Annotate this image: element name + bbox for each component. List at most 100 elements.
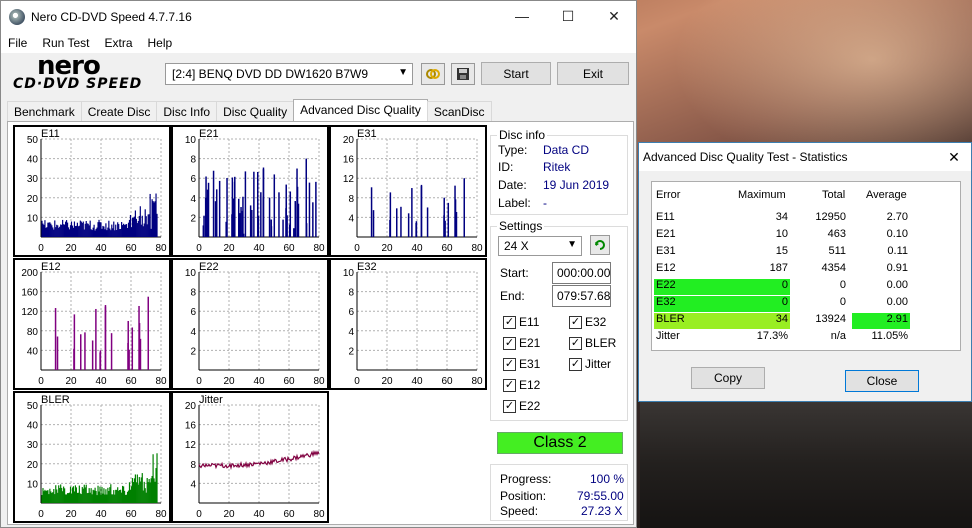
position-value: 79:55.00 bbox=[577, 489, 624, 503]
close-button[interactable]: ✕ bbox=[591, 1, 637, 31]
logo-bottom-text: CD·DVD SPEED bbox=[13, 76, 143, 92]
tab-advanced-disc-quality[interactable]: Advanced Disc Quality bbox=[293, 99, 428, 121]
dialog-close-action-button[interactable]: Close bbox=[845, 370, 919, 392]
cell-total: 12950 bbox=[815, 211, 846, 223]
start-button[interactable]: Start bbox=[481, 62, 551, 85]
cell-error: E11 bbox=[656, 211, 675, 223]
tab-disc-quality[interactable]: Disc Quality bbox=[216, 101, 295, 121]
checkbox-bler[interactable]: ✓ BLER bbox=[569, 336, 616, 350]
y-tick-label: 2 bbox=[190, 346, 196, 357]
y-tick-label: 30 bbox=[27, 440, 39, 451]
cell-maximum: 187 bbox=[769, 262, 788, 274]
check-icon: ✓ bbox=[503, 357, 516, 371]
cell-maximum: 10 bbox=[775, 228, 788, 240]
dialog-close-button[interactable]: ✕ bbox=[937, 143, 971, 171]
cell-maximum: 17.3% bbox=[756, 330, 788, 342]
speed-select[interactable]: 24 X ▼ bbox=[498, 236, 582, 256]
cell-average: 0.00 bbox=[886, 279, 908, 291]
label-value: - bbox=[543, 196, 547, 210]
checkbox-e31-label: E31 bbox=[519, 357, 541, 371]
copy-button[interactable]: Copy bbox=[691, 367, 765, 389]
x-tick-label: 40 bbox=[253, 509, 265, 520]
y-tick-label: 4 bbox=[190, 194, 196, 205]
checkbox-e12[interactable]: ✓ E12 bbox=[503, 378, 540, 392]
drive-eject-button[interactable] bbox=[421, 63, 445, 85]
x-tick-label: 0 bbox=[38, 243, 44, 254]
x-tick-label: 80 bbox=[155, 243, 167, 254]
x-tick-label: 60 bbox=[441, 243, 453, 254]
y-tick-label: 12 bbox=[343, 174, 355, 185]
x-tick-label: 0 bbox=[354, 376, 360, 387]
checkbox-e21[interactable]: ✓ E21 bbox=[503, 336, 540, 350]
check-icon: ✓ bbox=[503, 378, 516, 392]
table-row: E11 34 12950 2.70 bbox=[656, 210, 956, 226]
y-tick-label: 40 bbox=[27, 346, 39, 357]
cell-average: 2.70 bbox=[886, 211, 908, 223]
minimize-button[interactable]: — bbox=[499, 1, 545, 31]
x-tick-label: 40 bbox=[253, 376, 265, 387]
check-icon: ✓ bbox=[569, 336, 582, 350]
tab-create-disc[interactable]: Create Disc bbox=[80, 101, 158, 121]
cell-average: 0.11 bbox=[887, 245, 908, 257]
statistics-table: Error Maximum Total Average E11 34 12950 2.… bbox=[651, 181, 961, 351]
checkbox-e21-label: E21 bbox=[519, 336, 541, 350]
cell-error: BLER bbox=[656, 313, 685, 325]
checkbox-e22[interactable]: ✓ E22 bbox=[503, 399, 540, 413]
cell-average: 0.00 bbox=[886, 296, 908, 308]
cell-average: 0.91 bbox=[886, 262, 908, 274]
chevron-down-icon: ▼ bbox=[567, 239, 577, 250]
end-field[interactable]: 079:57.68 bbox=[552, 285, 611, 307]
tab-disc-info[interactable]: Disc Info bbox=[156, 101, 218, 121]
drive-select[interactable]: [2:4] BENQ DVD DD DW1620 B7W9 ▼ bbox=[165, 63, 413, 85]
y-tick-label: 10 bbox=[27, 213, 39, 224]
x-tick-label: 20 bbox=[381, 243, 393, 254]
cell-error: E32 bbox=[656, 296, 676, 308]
cell-average: 11.05% bbox=[871, 330, 909, 342]
x-tick-label: 20 bbox=[381, 376, 393, 387]
menu-extra[interactable]: Extra bbox=[97, 36, 140, 50]
chart-jitter: Jitter 20 16 12 8 4 0 20 40 60 80 bbox=[171, 391, 329, 523]
tab-scandisc[interactable]: ScanDisc bbox=[426, 101, 492, 121]
menu-run-test[interactable]: Run Test bbox=[35, 36, 97, 50]
x-tick-label: 0 bbox=[196, 509, 202, 520]
y-tick-label: 40 bbox=[27, 155, 39, 166]
y-tick-label: 12 bbox=[185, 440, 197, 451]
tab-benchmark[interactable]: Benchmark bbox=[7, 101, 82, 121]
chart-title: E32 bbox=[357, 261, 377, 273]
checkbox-e22-label: E22 bbox=[519, 399, 541, 413]
y-tick-label: 10 bbox=[27, 479, 39, 490]
table-row: E12 187 4354 0.91 bbox=[656, 261, 956, 277]
start-field[interactable]: 000:00.00 bbox=[552, 262, 611, 284]
y-tick-label: 10 bbox=[343, 268, 355, 279]
menu-help[interactable]: Help bbox=[141, 36, 181, 50]
x-tick-label: 0 bbox=[196, 243, 202, 254]
checkbox-jitter[interactable]: ✓ Jitter bbox=[569, 357, 611, 371]
exit-button[interactable]: Exit bbox=[557, 62, 629, 85]
class-badge: Class 2 bbox=[497, 432, 623, 454]
y-tick-label: 80 bbox=[27, 327, 39, 338]
refresh-button[interactable] bbox=[590, 235, 610, 255]
y-tick-label: 200 bbox=[21, 268, 38, 279]
table-row: BLER 34 13924 2.91 bbox=[654, 312, 956, 329]
check-icon: ✓ bbox=[503, 315, 516, 329]
cell-total: 0 bbox=[839, 296, 846, 308]
check-icon: ✓ bbox=[503, 336, 516, 350]
save-button[interactable] bbox=[451, 63, 475, 85]
x-tick-label: 60 bbox=[125, 376, 137, 387]
y-tick-label: 50 bbox=[27, 135, 39, 146]
menu-file[interactable]: File bbox=[1, 36, 35, 50]
y-tick-label: 16 bbox=[185, 421, 197, 432]
position-label: Position: bbox=[500, 489, 547, 503]
cell-average: 2.91 bbox=[886, 313, 908, 325]
table-row: Jitter 17.3% n/a 11.05% bbox=[656, 329, 956, 345]
maximize-button[interactable]: ☐ bbox=[545, 1, 591, 31]
y-tick-label: 20 bbox=[185, 401, 197, 412]
id-value: Ritek bbox=[543, 160, 571, 174]
checkbox-e31[interactable]: ✓ E31 bbox=[503, 357, 540, 371]
tab-bar: Benchmark Create Disc Disc Info Disc Qua… bbox=[7, 99, 492, 121]
chart-title: E31 bbox=[357, 128, 377, 140]
header-maximum: Maximum bbox=[738, 189, 786, 201]
checkbox-e11[interactable]: ✓ E11 bbox=[503, 315, 539, 329]
y-tick-label: 4 bbox=[348, 327, 354, 338]
checkbox-e32[interactable]: ✓ E32 bbox=[569, 315, 606, 329]
